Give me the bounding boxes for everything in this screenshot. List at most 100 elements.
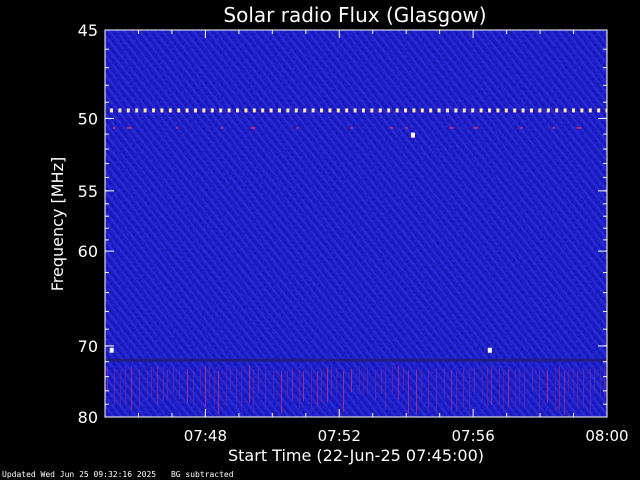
interference-streak bbox=[214, 368, 215, 406]
interference-dot bbox=[454, 108, 458, 113]
x-tick-label: 08:00 bbox=[585, 427, 628, 445]
interference-dot bbox=[143, 108, 147, 113]
interference-streak bbox=[273, 370, 274, 397]
interference-dot bbox=[202, 108, 206, 113]
interference-fleck bbox=[576, 126, 582, 129]
interference-fleck bbox=[389, 126, 394, 129]
interference-streak bbox=[381, 370, 382, 395]
interference-streak bbox=[428, 369, 429, 408]
interference-dot bbox=[303, 108, 307, 113]
interference-streak bbox=[236, 370, 237, 409]
interference-dot bbox=[546, 108, 550, 113]
interference-dot bbox=[597, 108, 601, 113]
interference-streak bbox=[139, 368, 140, 408]
bright-spot bbox=[410, 132, 415, 138]
interference-dot bbox=[320, 108, 323, 113]
interference-dot bbox=[588, 108, 592, 113]
interference-dot bbox=[362, 108, 365, 113]
interference-streak bbox=[573, 365, 574, 400]
interference-dot bbox=[194, 108, 197, 113]
interference-streak bbox=[456, 371, 457, 412]
interference-streak bbox=[167, 369, 168, 401]
interference-streak bbox=[258, 365, 259, 394]
interference-fleck bbox=[220, 126, 224, 129]
interference-streak bbox=[444, 367, 445, 399]
interference-streak bbox=[351, 369, 352, 393]
interference-dot bbox=[135, 108, 139, 113]
interference-streak bbox=[205, 366, 206, 407]
x-axis-label: Start Time (22-Jun-25 07:45:00) bbox=[228, 446, 484, 465]
interference-dot bbox=[387, 108, 391, 113]
interference-dot bbox=[110, 108, 113, 113]
interference-streak bbox=[547, 370, 548, 403]
chart-title: Solar radio Flux (Glasgow) bbox=[223, 3, 486, 27]
interference-streak bbox=[336, 368, 337, 397]
y-axis-label: Frequency [MHz] bbox=[48, 157, 67, 291]
interference-streak bbox=[230, 366, 231, 390]
interference-dot bbox=[370, 108, 374, 113]
interference-streak bbox=[120, 370, 121, 409]
interference-dot bbox=[429, 108, 433, 113]
interference-fleck bbox=[296, 126, 299, 129]
interference-dot bbox=[530, 108, 533, 113]
interference-streak bbox=[249, 365, 250, 403]
interference-dot bbox=[210, 108, 214, 113]
y-tick-label: 60 bbox=[78, 242, 98, 261]
interference-streak bbox=[436, 368, 437, 414]
interference-streak bbox=[416, 369, 417, 414]
interference-fleck bbox=[250, 126, 256, 129]
interference-streak bbox=[451, 370, 452, 410]
interference-streak bbox=[303, 371, 304, 402]
interference-dot bbox=[496, 108, 500, 113]
interference-fleck bbox=[449, 126, 454, 129]
interference-dot bbox=[311, 108, 315, 113]
interference-dot bbox=[261, 108, 265, 113]
interference-streak bbox=[163, 366, 164, 401]
interference-streak bbox=[408, 370, 409, 414]
interference-streak bbox=[179, 369, 180, 400]
interference-dot bbox=[471, 108, 475, 113]
interference-fleck bbox=[405, 126, 408, 129]
interference-dot bbox=[404, 108, 407, 113]
y-tick-label: 50 bbox=[78, 109, 98, 128]
interference-dot bbox=[555, 108, 559, 113]
footer-note: BG subtracted bbox=[170, 470, 234, 479]
interference-streak bbox=[147, 370, 148, 402]
interference-dot bbox=[345, 108, 349, 113]
x-tick-label: 07:52 bbox=[318, 427, 361, 445]
interference-streak bbox=[359, 366, 360, 390]
interference-streak bbox=[311, 369, 312, 413]
interference-dot bbox=[462, 108, 466, 113]
interference-streak bbox=[151, 367, 152, 397]
interference-streak bbox=[375, 370, 376, 403]
spectrogram-chart: Solar radio Flux (Glasgow) 07:48 07:52 07:… bbox=[48, 3, 629, 465]
interference-band bbox=[105, 358, 607, 362]
interference-streak bbox=[519, 369, 520, 406]
interference-dot bbox=[185, 108, 189, 113]
interference-streak bbox=[559, 365, 560, 410]
interference-dot bbox=[278, 108, 281, 113]
interference-streak bbox=[499, 366, 500, 405]
interference-dot bbox=[538, 108, 542, 113]
interference-dot bbox=[244, 108, 248, 113]
interference-streak bbox=[226, 365, 227, 406]
interference-dot bbox=[328, 108, 332, 113]
interference-streak bbox=[421, 368, 422, 401]
interference-streak bbox=[317, 371, 318, 407]
interference-fleck bbox=[520, 126, 523, 129]
interference-dot bbox=[521, 108, 525, 113]
x-tick-label: 07:56 bbox=[452, 427, 495, 445]
interference-streak bbox=[281, 371, 282, 414]
interference-streak bbox=[600, 366, 601, 398]
interference-streak bbox=[253, 369, 254, 415]
interference-streak bbox=[524, 370, 525, 407]
interference-dot bbox=[227, 108, 231, 113]
interference-streak bbox=[474, 366, 475, 394]
interference-dot bbox=[479, 108, 483, 113]
interference-streak bbox=[173, 367, 174, 394]
interference-dot bbox=[563, 108, 567, 113]
interference-streak bbox=[292, 368, 293, 401]
interference-dot bbox=[580, 108, 584, 113]
interference-streak bbox=[157, 365, 158, 405]
interference-dot bbox=[488, 108, 491, 113]
